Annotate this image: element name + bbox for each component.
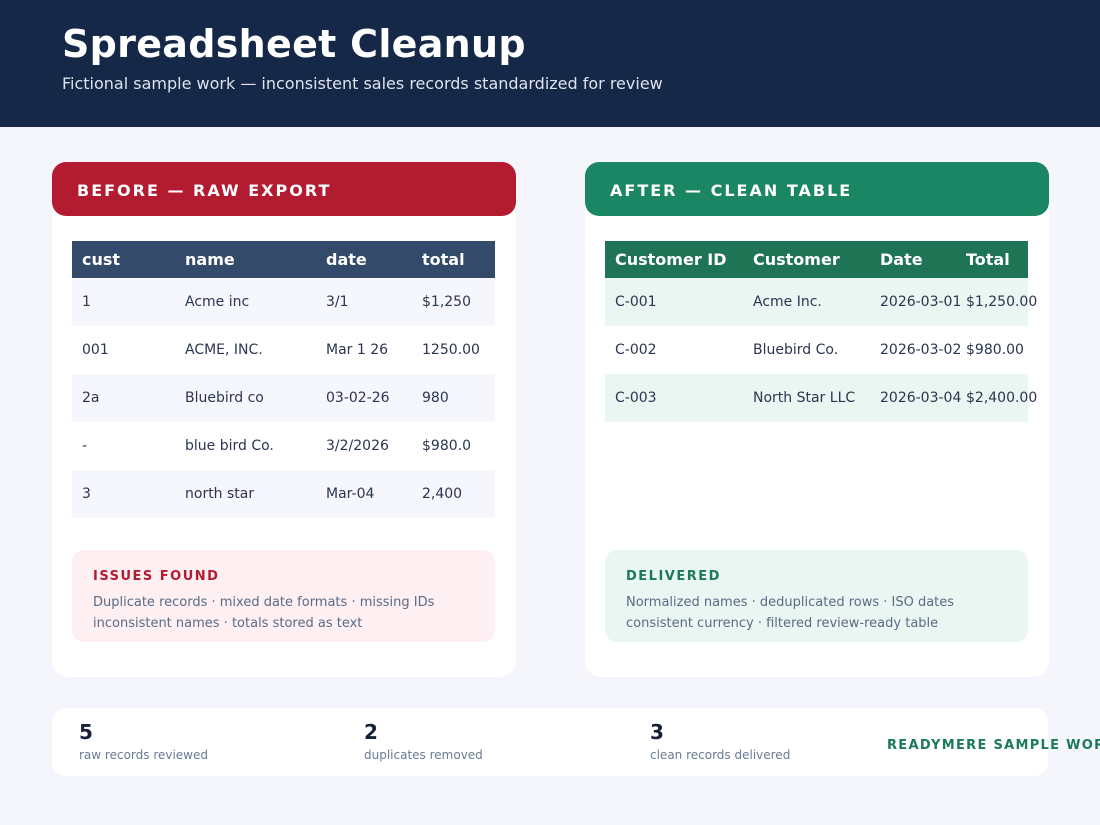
- delivered-line-1: Normalized names · deduplicated rows · I…: [626, 595, 955, 610]
- raw-export-table: cust name date total 1 Acme inc 3/1 $1,2…: [72, 241, 495, 518]
- table-cell: 3/2/2026: [326, 438, 389, 454]
- stat-label: raw records reviewed: [79, 748, 208, 762]
- column-header-customer: Customer: [753, 250, 840, 269]
- table-cell: Mar 1 26: [326, 342, 389, 358]
- table-cell: 2026-03-04: [880, 390, 962, 406]
- table-cell: Acme Inc.: [753, 294, 822, 310]
- table-row: C-001 Acme Inc. 2026-03-01 $1,250.00: [605, 278, 1037, 326]
- stat-duplicates: 2 duplicates removed: [364, 720, 483, 762]
- table-cell: ACME, INC.: [185, 342, 263, 358]
- table-cell: 1: [82, 294, 91, 310]
- table-row: - blue bird Co. 3/2/2026 $980.0: [72, 422, 495, 470]
- table-cell: 3/1: [326, 294, 349, 310]
- table-cell: $1,250: [422, 294, 471, 310]
- stat-label: duplicates removed: [364, 748, 483, 762]
- stat-value: 5: [79, 720, 93, 744]
- table-cell: $980.00: [966, 342, 1024, 358]
- table-cell: 2026-03-02: [880, 342, 962, 358]
- column-header-cust: cust: [82, 250, 121, 269]
- table-cell: 03-02-26: [326, 390, 390, 406]
- after-card-title: AFTER — CLEAN TABLE: [610, 181, 853, 200]
- table-cell: -: [82, 438, 88, 454]
- table-row: 2a Bluebird co 03-02-26 980: [72, 374, 495, 422]
- issues-line-2: inconsistent names · totals stored as te…: [93, 616, 363, 631]
- before-card-title: BEFORE — RAW EXPORT: [77, 181, 332, 200]
- table-row: 3 north star Mar-04 2,400: [72, 470, 495, 518]
- brand-label: READYMERE SAMPLE WORK: [887, 738, 1100, 753]
- stats-bar: 5 raw records reviewed 2 duplicates remo…: [52, 708, 1100, 776]
- table-cell: 2a: [82, 390, 100, 406]
- table-cell: 3: [82, 486, 91, 502]
- after-card: AFTER — CLEAN TABLE Customer ID Customer…: [585, 162, 1049, 677]
- before-card: BEFORE — RAW EXPORT cust name date total…: [52, 162, 516, 677]
- delivered-panel: DELIVERED Normalized names · deduplicate…: [605, 550, 1028, 642]
- stat-value: 2: [364, 720, 378, 744]
- issues-found-panel: ISSUES FOUND Duplicate records · mixed d…: [72, 550, 495, 642]
- table-cell: 1250.00: [422, 342, 480, 358]
- stat-clean-records: 3 clean records delivered: [650, 720, 790, 762]
- table-cell: Acme inc: [185, 294, 250, 310]
- stat-label: clean records delivered: [650, 748, 791, 762]
- table-cell: blue bird Co.: [185, 438, 274, 454]
- table-cell: C-001: [615, 294, 657, 310]
- table-cell: $2,400.00: [966, 390, 1038, 406]
- table-row: C-002 Bluebird Co. 2026-03-02 $980.00: [605, 326, 1028, 374]
- table-cell: Mar-04: [326, 486, 375, 502]
- table-cell: Bluebird Co.: [753, 342, 839, 358]
- column-header-name: name: [185, 250, 235, 269]
- table-cell: 980: [422, 390, 449, 406]
- table-row: C-003 North Star LLC 2026-03-04 $2,400.0…: [605, 374, 1037, 422]
- table-header-row: cust name date total: [72, 241, 495, 278]
- page-subtitle: Fictional sample work — inconsistent sal…: [62, 74, 663, 93]
- table-row: 1 Acme inc 3/1 $1,250: [72, 278, 495, 326]
- delivered-line-2: consistent currency · filtered review-re…: [626, 616, 939, 631]
- table-row: 001 ACME, INC. Mar 1 26 1250.00: [72, 326, 495, 374]
- page-title: Spreadsheet Cleanup: [62, 22, 526, 66]
- stat-value: 3: [650, 720, 664, 744]
- table-cell: $1,250.00: [966, 294, 1038, 310]
- table-header-row: Customer ID Customer Date Total: [605, 241, 1028, 278]
- table-cell: North Star LLC: [753, 390, 856, 406]
- column-header-customer-id: Customer ID: [615, 250, 727, 269]
- table-cell: 2026-03-01: [880, 294, 962, 310]
- before-card-header: BEFORE — RAW EXPORT: [52, 162, 516, 216]
- column-header-total: Total: [966, 250, 1010, 269]
- table-cell: $980.0: [422, 438, 471, 454]
- stat-raw-records: 5 raw records reviewed: [79, 720, 208, 762]
- table-cell: 001: [82, 342, 109, 358]
- table-cell: C-002: [615, 342, 657, 358]
- column-header-total: total: [422, 250, 465, 269]
- page-header: Spreadsheet Cleanup Fictional sample wor…: [0, 0, 1100, 127]
- after-card-header: AFTER — CLEAN TABLE: [585, 162, 1049, 216]
- delivered-title: DELIVERED: [626, 569, 721, 584]
- column-header-date: Date: [880, 250, 923, 269]
- table-cell: north star: [185, 486, 255, 502]
- issues-found-title: ISSUES FOUND: [93, 569, 220, 584]
- column-header-date: date: [326, 250, 367, 269]
- table-cell: 2,400: [422, 486, 463, 502]
- table-cell: Bluebird co: [185, 390, 264, 406]
- table-cell: C-003: [615, 390, 657, 406]
- issues-line-1: Duplicate records · mixed date formats ·…: [93, 595, 435, 610]
- clean-table: Customer ID Customer Date Total C-001 Ac…: [605, 241, 1037, 422]
